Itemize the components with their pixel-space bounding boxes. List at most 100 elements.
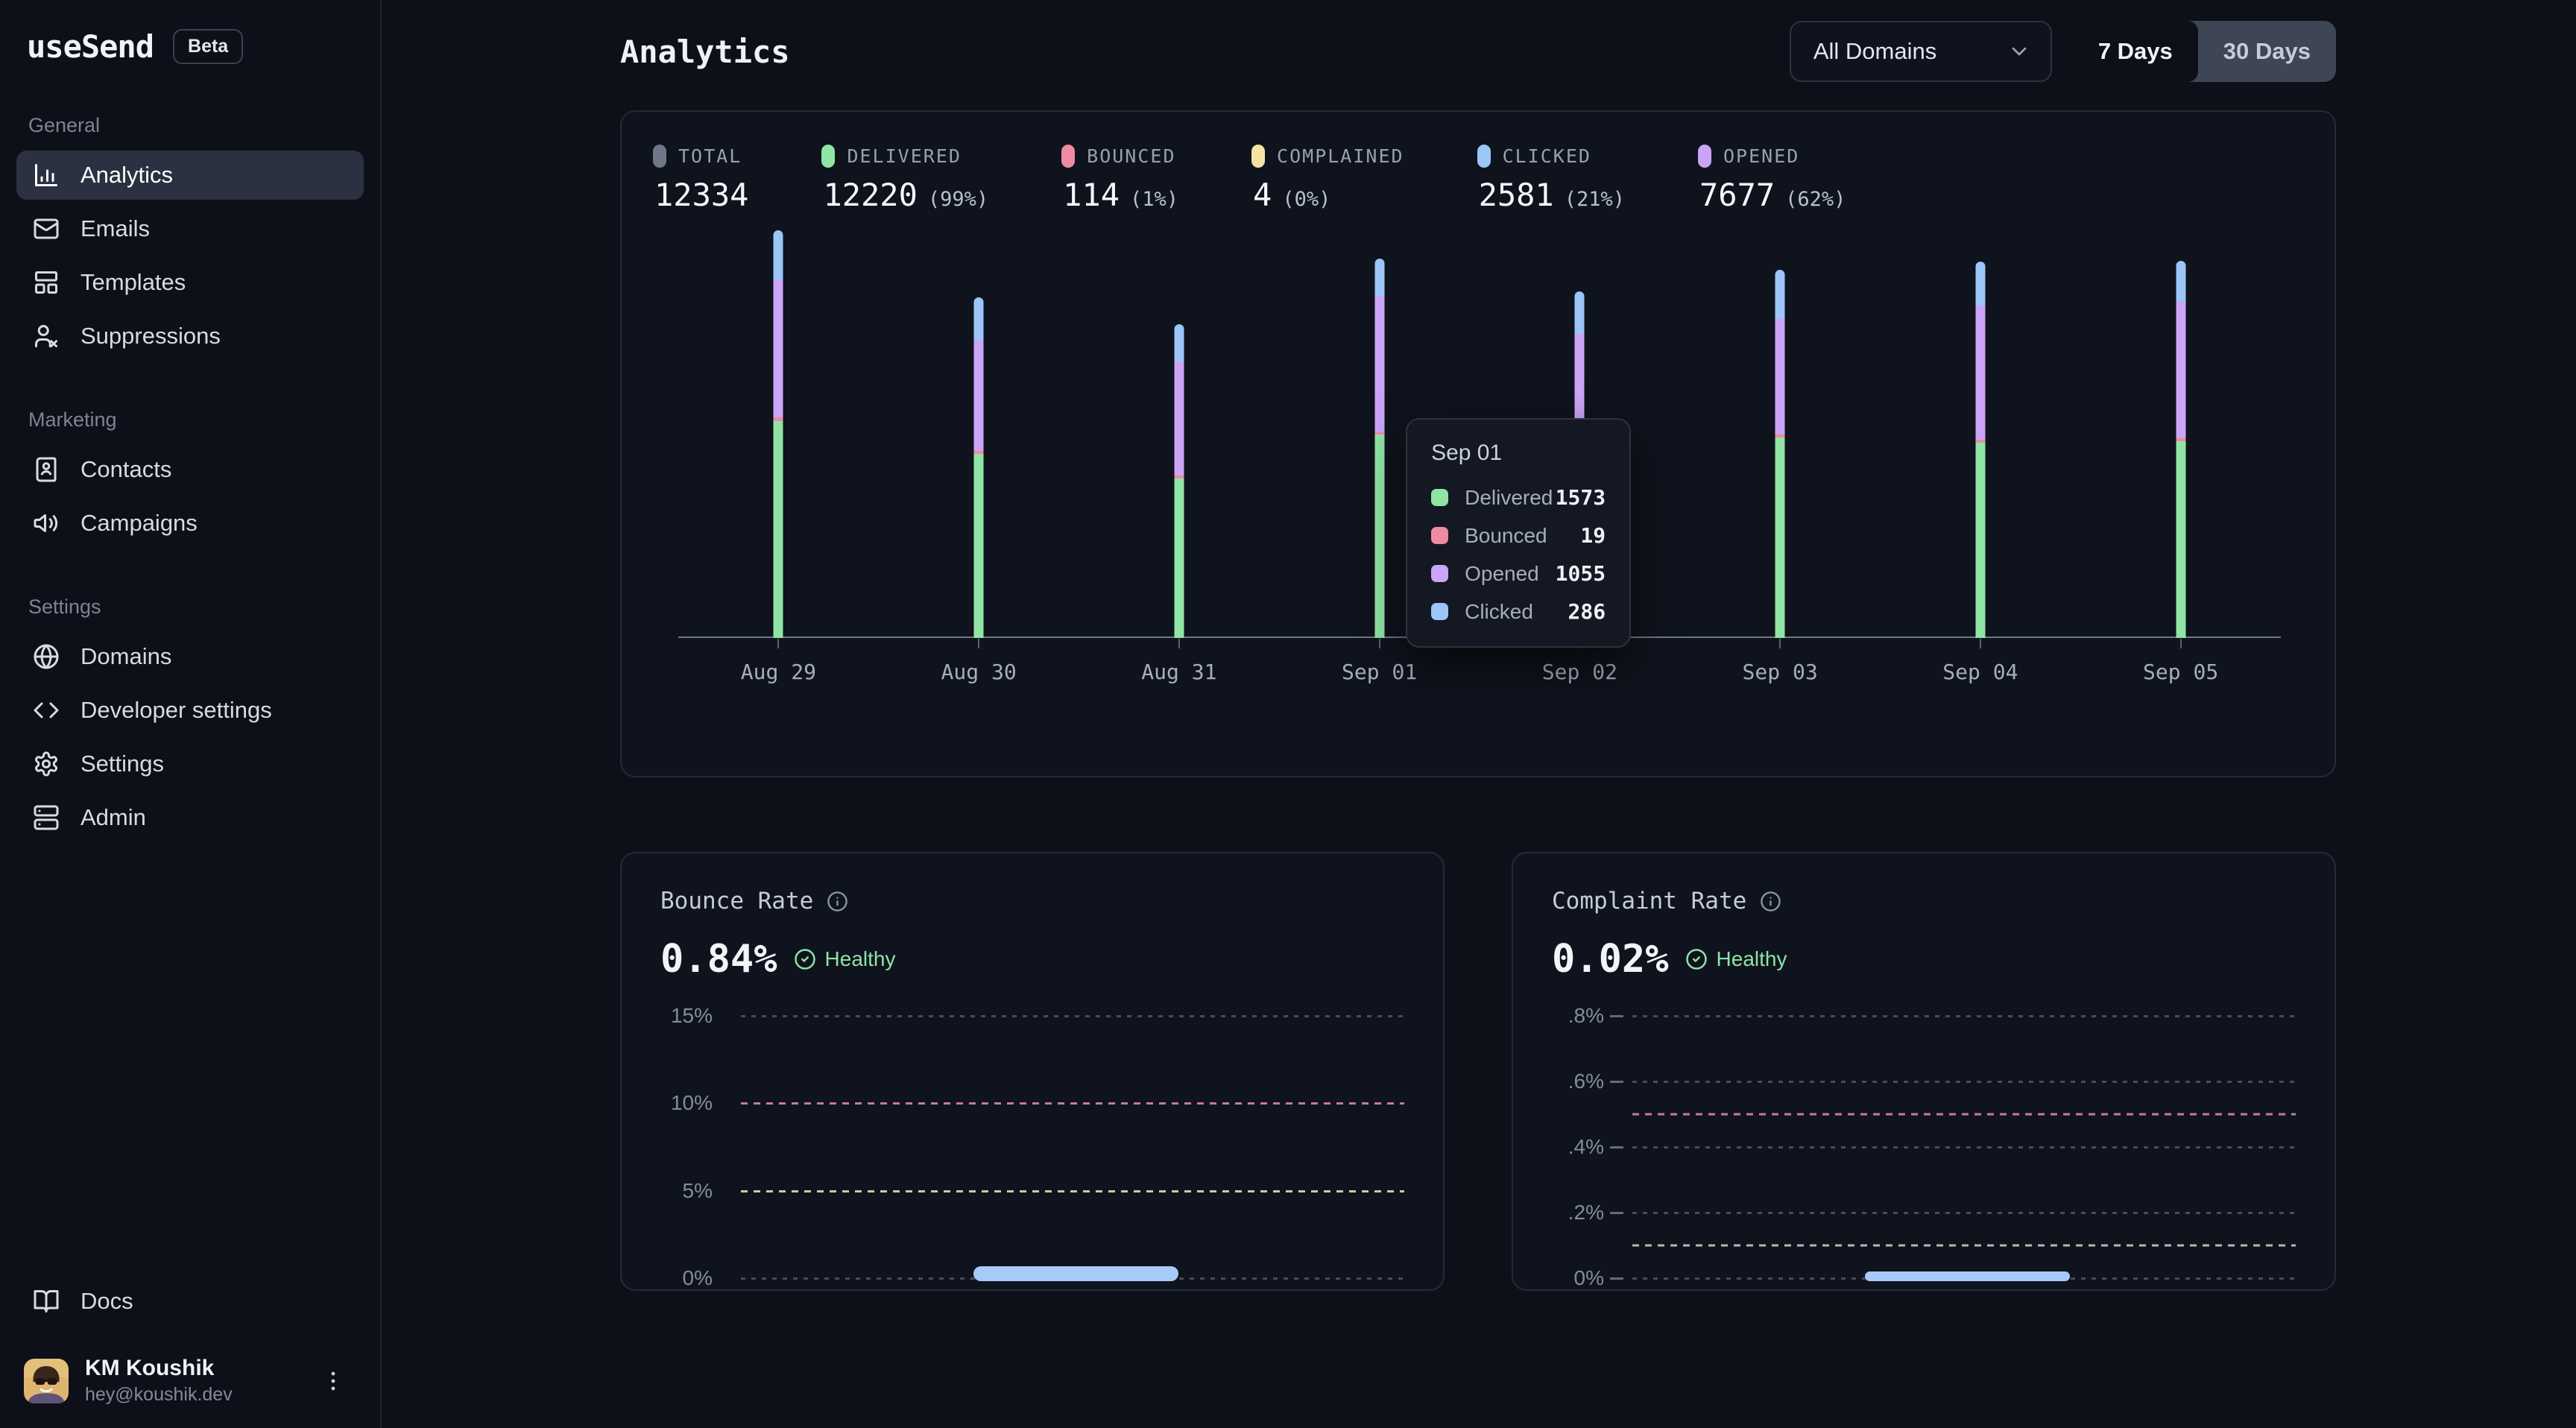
info-icon[interactable]	[1760, 891, 1781, 912]
bar-segment-delivered	[1975, 443, 1985, 638]
stacked-bar-sep-03[interactable]	[1775, 270, 1785, 638]
y-axis-label: .8%	[1552, 1004, 1604, 1028]
range-option-7-days[interactable]: 7 Days	[2073, 21, 2198, 82]
bar-slot-aug-31: Aug 31	[1079, 221, 1280, 638]
domain-filter-select[interactable]: All Domains	[1790, 21, 2052, 82]
stat-value: 4	[1253, 177, 1272, 213]
stacked-bar-sep-01[interactable]	[1374, 259, 1384, 638]
mail-icon	[33, 215, 60, 242]
tooltip-row-bounced: Bounced19	[1431, 523, 1606, 548]
sidebar-nav: General Analytics Emails Templates Suppressi…	[16, 114, 364, 847]
stacked-bar-sep-05[interactable]	[2176, 261, 2185, 638]
tooltip-date: Sep 01	[1431, 440, 1606, 466]
x-axis-tick	[1779, 639, 1781, 648]
gridline--2-: .2%	[1552, 1201, 2296, 1225]
range-option-30-days[interactable]: 30 Days	[2198, 21, 2336, 82]
rate-value-bar[interactable]	[1865, 1271, 2071, 1281]
code-icon	[33, 697, 60, 724]
y-axis-tick	[719, 1277, 732, 1280]
sidebar-item-domains[interactable]: Domains	[16, 632, 364, 681]
stat-dot	[1061, 145, 1075, 168]
gridline-5-: 5%	[660, 1179, 1404, 1203]
threshold-line	[1552, 1113, 2296, 1116]
kebab-menu-icon[interactable]	[313, 1361, 353, 1401]
tooltip-row-opened: Opened1055	[1431, 561, 1606, 586]
sidebar-item-templates[interactable]: Templates	[16, 258, 364, 307]
y-axis-tick	[719, 1015, 732, 1017]
sidebar-item-contacts[interactable]: Contacts	[16, 445, 364, 494]
x-axis-label: Sep 04	[1881, 660, 2081, 684]
x-axis-tick	[978, 639, 979, 648]
stat-label: BOUNCED	[1087, 145, 1175, 167]
tooltip-label: Delivered	[1465, 486, 1553, 510]
sidebar-item-label: Templates	[80, 269, 186, 296]
book-user-icon	[33, 456, 60, 483]
tooltip-label: Clicked	[1465, 600, 1533, 624]
stat-clicked: CLICKED2581(21%)	[1477, 145, 1625, 213]
info-icon[interactable]	[827, 891, 848, 912]
sidebar-item-label: Domains	[80, 643, 171, 670]
bar-segment-delivered	[1374, 435, 1384, 638]
stat-delivered: DELIVERED12220(99%)	[821, 145, 988, 213]
bar-segment-clicked	[1575, 291, 1585, 334]
app-logo-row: useSend Beta	[16, 22, 364, 65]
sidebar-item-campaigns[interactable]: Campaigns	[16, 499, 364, 548]
bar-chart-icon	[33, 162, 60, 189]
sidebar-item-label: Developer settings	[80, 697, 272, 724]
bar-segment-delivered	[774, 421, 783, 638]
sidebar-item-analytics[interactable]: Analytics	[16, 151, 364, 200]
x-axis-label: Sep 03	[1680, 660, 1881, 684]
rate-value-bar[interactable]	[973, 1266, 1179, 1281]
y-axis-label: 0%	[1552, 1266, 1604, 1290]
sidebar-item-label: Analytics	[80, 162, 173, 189]
sidebar-item-emails[interactable]: Emails	[16, 204, 364, 253]
stacked-bar-aug-30[interactable]	[974, 297, 984, 638]
tooltip-value: 19	[1580, 523, 1606, 548]
avatar	[24, 1359, 69, 1403]
x-axis-tick	[777, 639, 779, 648]
user-x-icon	[33, 323, 60, 350]
x-axis-label: Aug 30	[879, 660, 1079, 684]
y-axis-tick	[1610, 1081, 1623, 1083]
bar-segment-clicked	[1775, 270, 1785, 319]
x-axis-label: Sep 01	[1279, 660, 1480, 684]
tooltip-row-delivered: Delivered1573	[1431, 485, 1606, 510]
bar-slot-aug-30: Aug 30	[879, 221, 1079, 638]
domain-filter-value: All Domains	[1813, 38, 1936, 65]
rate-card-title: Complaint Rate	[1552, 888, 1746, 914]
tooltip-value: 286	[1568, 599, 1606, 624]
bar-slot-sep-04: Sep 04	[1881, 221, 2081, 638]
bar-segment-delivered	[2176, 441, 2185, 638]
bounce-rate-card: Bounce Rate0.84%Healthy15%10%5%0%	[620, 852, 1445, 1291]
nav-section-label-general: General	[28, 114, 364, 137]
sidebar-item-settings[interactable]: Settings	[16, 739, 364, 789]
sidebar-item-admin[interactable]: Admin	[16, 793, 364, 842]
chevron-down-icon	[2007, 40, 2031, 63]
sidebar-item-docs[interactable]: Docs	[16, 1277, 364, 1326]
y-axis-label: .4%	[1552, 1135, 1604, 1159]
stat-dot	[1477, 145, 1491, 168]
stat-percentage: (62%)	[1785, 188, 1846, 211]
stacked-bar-sep-04[interactable]	[1975, 262, 1985, 638]
stat-complained: COMPLAINED4(0%)	[1251, 145, 1404, 213]
nav-section-label-settings: Settings	[28, 595, 364, 619]
user-email: hey@koushik.dev	[85, 1384, 233, 1406]
gridline-10-: 10%	[660, 1091, 1404, 1115]
sidebar-item-developer-settings[interactable]: Developer settings	[16, 686, 364, 735]
status-badge: Healthy	[794, 947, 896, 971]
stacked-bar-aug-31[interactable]	[1174, 324, 1184, 638]
bar-segment-clicked	[774, 230, 783, 280]
user-meta: KM Koushik hey@koushik.dev	[85, 1356, 233, 1406]
stacked-bar-aug-29[interactable]	[774, 230, 783, 638]
y-axis-label: 10%	[660, 1091, 713, 1115]
sidebar-item-suppressions[interactable]: Suppressions	[16, 312, 364, 361]
bar-segment-clicked	[1374, 259, 1384, 296]
y-axis-tick	[719, 1190, 732, 1192]
x-axis-label: Aug 29	[678, 660, 879, 684]
layout-panel-icon	[33, 269, 60, 296]
analytics-card: TOTAL12334DELIVERED12220(99%)BOUNCED114(…	[620, 110, 2336, 777]
sidebar-item-label: Emails	[80, 215, 150, 242]
user-menu[interactable]: KM Koushik hey@koushik.dev	[16, 1348, 364, 1409]
sidebar-item-label: Contacts	[80, 456, 171, 483]
server-icon	[33, 804, 60, 831]
